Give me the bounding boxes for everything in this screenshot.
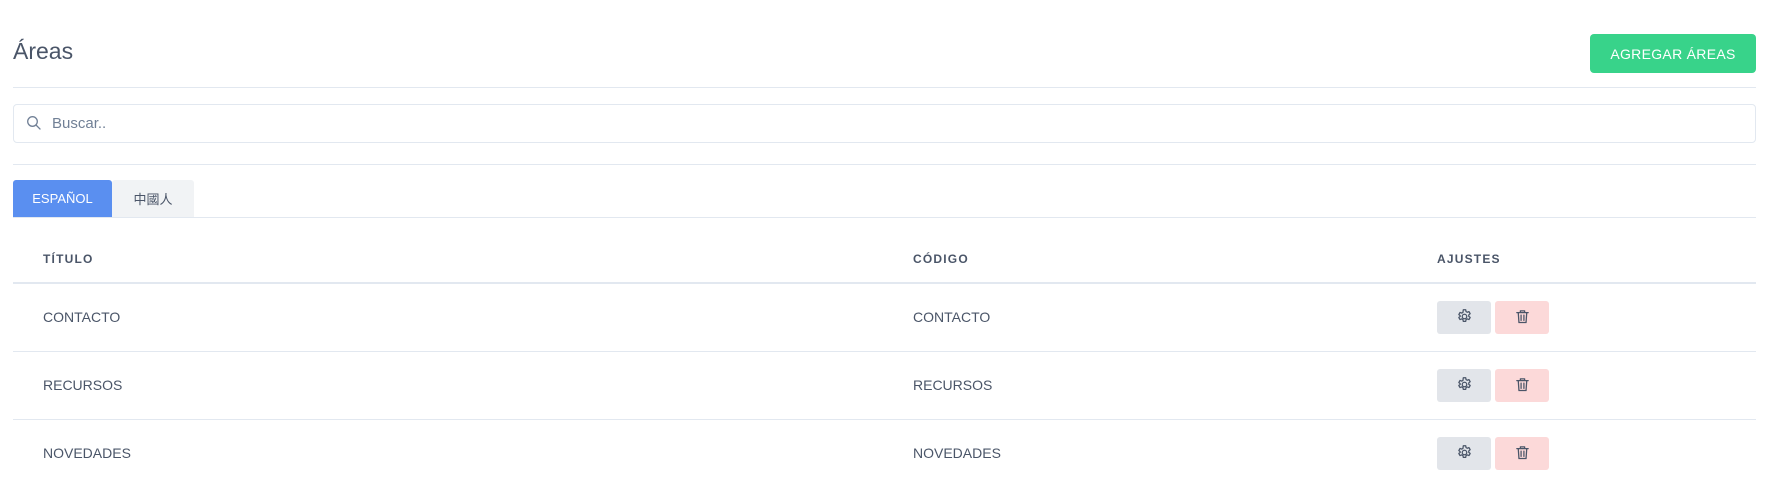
- areas-table: TÍTULO CÓDIGO AJUSTES CONTACTO CONTACTO …: [13, 218, 1756, 488]
- trash-icon: [1514, 444, 1531, 464]
- settings-button[interactable]: [1437, 369, 1491, 402]
- row-actions: [1437, 437, 1549, 470]
- add-areas-button[interactable]: AGREGAR ÁREAS: [1590, 34, 1756, 73]
- gear-icon: [1456, 308, 1473, 328]
- row-actions: [1437, 369, 1549, 402]
- search-input[interactable]: [52, 105, 1742, 142]
- table-header: TÍTULO CÓDIGO AJUSTES: [13, 218, 1756, 284]
- gear-icon: [1456, 444, 1473, 464]
- cell-codigo: RECURSOS: [913, 377, 993, 393]
- table-row: CONTACTO CONTACTO: [13, 284, 1756, 352]
- row-actions: [1437, 301, 1549, 334]
- trash-icon: [1514, 308, 1531, 328]
- cell-titulo: NOVEDADES: [43, 445, 131, 461]
- cell-titulo: CONTACTO: [43, 309, 121, 325]
- cell-codigo: CONTACTO: [913, 309, 991, 325]
- delete-button[interactable]: [1495, 437, 1549, 470]
- divider: [13, 164, 1756, 165]
- column-header-titulo: TÍTULO: [43, 252, 94, 266]
- tab-espanol[interactable]: ESPAÑOL: [13, 180, 112, 217]
- search-icon: [26, 115, 42, 131]
- tab-chinese[interactable]: 中國人: [112, 180, 194, 217]
- cell-codigo: NOVEDADES: [913, 445, 1001, 461]
- page-header: Áreas AGREGAR ÁREAS: [13, 0, 1756, 88]
- settings-button[interactable]: [1437, 437, 1491, 470]
- column-header-codigo: CÓDIGO: [913, 252, 969, 266]
- search-box: [13, 104, 1756, 143]
- trash-icon: [1514, 376, 1531, 396]
- column-header-ajustes: AJUSTES: [1437, 252, 1501, 266]
- page-title: Áreas: [13, 38, 74, 64]
- delete-button[interactable]: [1495, 301, 1549, 334]
- cell-titulo: RECURSOS: [43, 377, 123, 393]
- gear-icon: [1456, 376, 1473, 396]
- language-tabs: ESPAÑOL 中國人: [13, 180, 194, 217]
- table-row: NOVEDADES NOVEDADES: [13, 420, 1756, 488]
- delete-button[interactable]: [1495, 369, 1549, 402]
- settings-button[interactable]: [1437, 301, 1491, 334]
- table-row: RECURSOS RECURSOS: [13, 352, 1756, 420]
